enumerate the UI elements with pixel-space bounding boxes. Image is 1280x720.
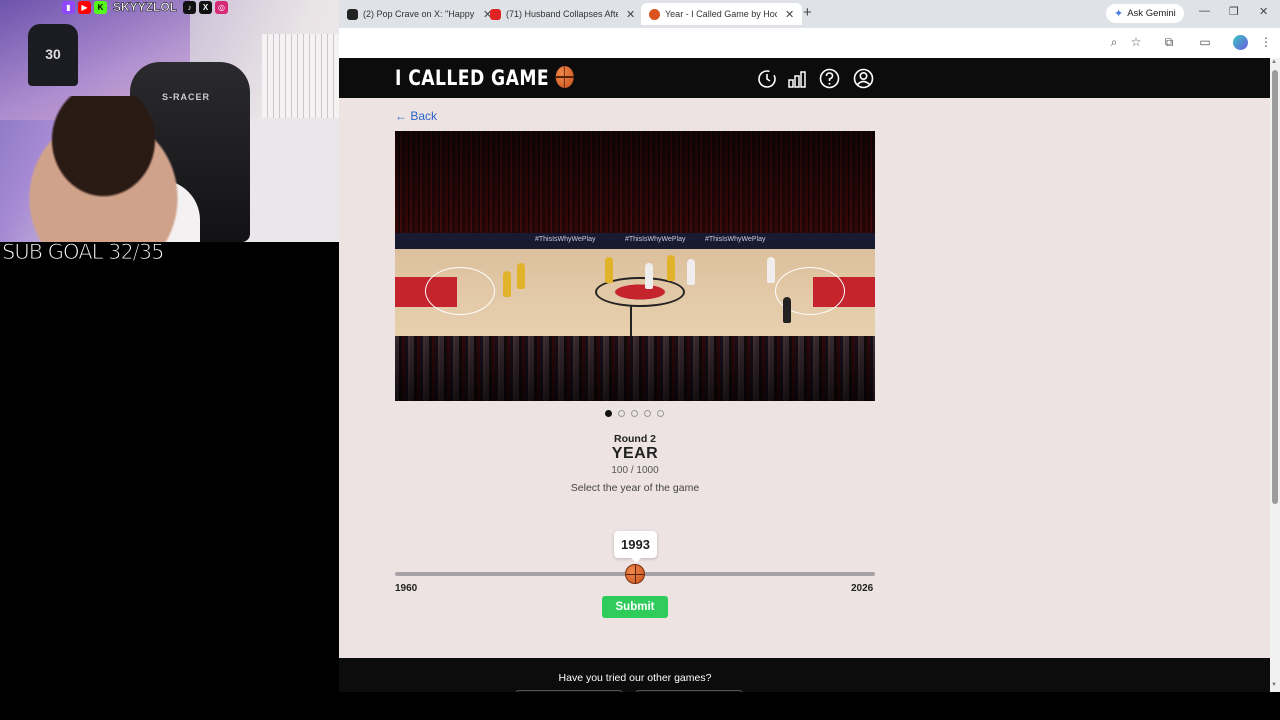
game-video-frame[interactable]: #ThisIsWhyWePlay #ThisIsWhyWePlay #ThisI… bbox=[395, 131, 875, 401]
web-page: I CALLED GAME ← Back #ThisIsWhyWePlay #T… bbox=[339, 58, 1270, 692]
banner-text: #ThisIsWhyWePlay bbox=[535, 236, 596, 243]
zoom-icon[interactable]: ⌕ bbox=[1106, 34, 1122, 50]
carousel-dot[interactable] bbox=[631, 410, 638, 417]
year-slider-thumb-basketball-icon[interactable] bbox=[625, 564, 645, 584]
player bbox=[517, 263, 525, 289]
crowd-upper bbox=[395, 131, 875, 249]
player bbox=[687, 259, 695, 285]
streamer-handle: SKYYZLOL bbox=[113, 0, 178, 14]
site-logo[interactable]: I CALLED GAME bbox=[395, 66, 574, 90]
profile-icon[interactable] bbox=[1232, 34, 1248, 50]
history-icon[interactable] bbox=[756, 68, 777, 89]
browser-menu-icon[interactable]: ⋮ bbox=[1258, 34, 1274, 50]
page-scrollbar[interactable]: ▲ ▼ bbox=[1270, 58, 1280, 692]
back-link[interactable]: ← Back bbox=[395, 109, 437, 123]
kick-icon: K bbox=[94, 0, 107, 14]
help-icon[interactable] bbox=[819, 68, 840, 89]
tab-youtube[interactable]: (71) Husband Collapses After R ✕ bbox=[482, 3, 643, 25]
site-header: I CALLED GAME bbox=[339, 58, 1270, 98]
other-game-button[interactable] bbox=[515, 690, 623, 692]
tab-close-icon[interactable]: ✕ bbox=[626, 8, 635, 21]
slider-min-label: 1960 bbox=[395, 583, 418, 594]
restore-button[interactable]: ❐ bbox=[1229, 5, 1239, 18]
x-icon: X bbox=[199, 0, 213, 14]
basketball-favicon-icon bbox=[649, 8, 660, 20]
new-tab-button[interactable]: + bbox=[803, 4, 812, 21]
round-score: 100 / 1000 bbox=[611, 465, 659, 476]
gemini-sparkle-icon: ✦ bbox=[1114, 8, 1124, 20]
wall-jersey: 30 bbox=[28, 24, 78, 86]
arena-banner: #ThisIsWhyWePlay #ThisIsWhyWePlay #ThisI… bbox=[395, 233, 875, 249]
basketball-icon bbox=[555, 66, 574, 88]
scrollbar-thumb[interactable] bbox=[1272, 70, 1278, 504]
carousel-dots bbox=[605, 410, 664, 417]
court-arc-left bbox=[425, 267, 495, 315]
extensions-icon[interactable]: ⧉ bbox=[1161, 34, 1177, 50]
carousel-dot[interactable] bbox=[657, 410, 664, 417]
crowd-lower bbox=[395, 336, 875, 401]
close-window-button[interactable]: ✕ bbox=[1259, 5, 1268, 18]
player bbox=[503, 271, 511, 297]
tab-close-icon[interactable]: ✕ bbox=[785, 8, 794, 21]
sub-goal-text: SUB GOAL 32/35 bbox=[1, 240, 164, 265]
player bbox=[667, 255, 675, 281]
basketball-court bbox=[395, 249, 875, 344]
ask-gemini-button[interactable]: ✦ Ask Gemini bbox=[1106, 4, 1184, 23]
site-footer: Have you tried our other games? bbox=[339, 658, 1270, 692]
player bbox=[783, 297, 791, 323]
screen: (2) Pop Crave on X: "Happy 29t ✕ (71) Hu… bbox=[0, 0, 1280, 720]
tab-title: (2) Pop Crave on X: "Happy 29t bbox=[363, 9, 475, 19]
round-label: Round 2 bbox=[614, 433, 656, 445]
tab-pop-crave[interactable]: (2) Pop Crave on X: "Happy 29t ✕ bbox=[339, 3, 500, 25]
other-game-button[interactable] bbox=[635, 690, 743, 692]
media-cast-icon[interactable]: ▭ bbox=[1197, 34, 1213, 50]
bookmark-star-icon[interactable]: ☆ bbox=[1128, 34, 1144, 50]
slider-max-label: 2026 bbox=[851, 583, 874, 594]
ask-gemini-label: Ask Gemini bbox=[1127, 8, 1176, 19]
tiktok-icon: ♪ bbox=[183, 0, 197, 14]
instagram-icon: ◎ bbox=[215, 0, 229, 14]
youtube-icon: ▶ bbox=[78, 0, 91, 14]
carousel-dot[interactable] bbox=[605, 410, 612, 417]
selected-year-tooltip: 1993 bbox=[614, 531, 657, 563]
site-logo-text: I CALLED GAME bbox=[395, 66, 550, 90]
banner-text: #ThisIsWhyWePlay bbox=[705, 236, 766, 243]
player bbox=[767, 257, 775, 283]
carousel-dot[interactable] bbox=[618, 410, 625, 417]
tab-i-called-game[interactable]: Year - I Called Game by HoopG ✕ bbox=[641, 3, 803, 25]
footer-text: Have you tried our other games? bbox=[558, 672, 712, 684]
youtube-favicon-icon bbox=[490, 8, 501, 20]
webcam-pillow bbox=[262, 34, 339, 124]
twitch-icon: ▮ bbox=[62, 0, 75, 14]
submit-button[interactable]: Submit bbox=[602, 596, 668, 618]
player bbox=[605, 257, 613, 283]
scroll-up-arrow-icon[interactable]: ▲ bbox=[1271, 59, 1277, 65]
x-favicon-icon bbox=[347, 8, 358, 20]
player bbox=[645, 263, 653, 289]
scroll-down-arrow-icon[interactable]: ▼ bbox=[1271, 682, 1277, 688]
banner-text: #ThisIsWhyWePlay bbox=[625, 236, 686, 243]
round-prompt: Select the year of the game bbox=[570, 482, 700, 494]
tab-title: (71) Husband Collapses After R bbox=[506, 9, 618, 19]
social-bar: ▮ ▶ K SKYYZLOL ♪ X ◎ bbox=[62, 0, 229, 14]
account-icon[interactable] bbox=[853, 68, 874, 89]
streamer-head bbox=[10, 96, 180, 242]
minimize-button[interactable]: — bbox=[1199, 5, 1210, 17]
carousel-dot[interactable] bbox=[644, 410, 651, 417]
streamer-webcam: 30 S-RACER ▮ ▶ K SKYYZLOL ♪ X ◎ bbox=[0, 0, 339, 242]
round-title: YEAR bbox=[611, 445, 659, 462]
tab-title: Year - I Called Game by HoopG bbox=[665, 9, 777, 19]
stats-icon[interactable] bbox=[786, 68, 807, 89]
